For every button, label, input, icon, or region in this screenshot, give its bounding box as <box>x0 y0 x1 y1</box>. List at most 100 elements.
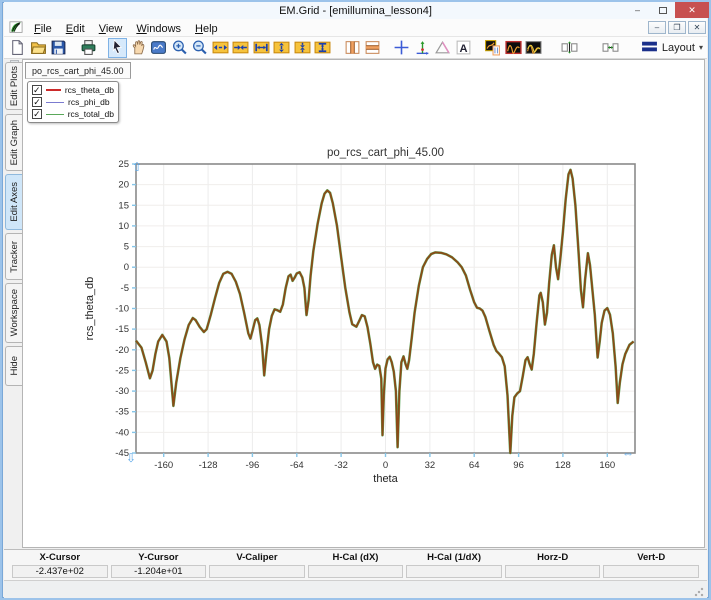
window-controls: – ✕ <box>625 2 709 18</box>
full-x-icon[interactable] <box>251 38 270 58</box>
minimize-button[interactable]: – <box>625 2 650 18</box>
legend-label: rcs_total_db <box>68 109 114 119</box>
sidebar-tab-edit-plots[interactable]: Edit Plots <box>5 62 22 110</box>
bottom-strip <box>4 580 707 600</box>
maximize-button[interactable] <box>650 2 675 18</box>
svg-text:po_rcs_cart_phi_45.00: po_rcs_cart_phi_45.00 <box>327 147 444 159</box>
svg-text:-128: -128 <box>199 460 218 471</box>
dark-multi-plot-icon[interactable] <box>524 38 543 58</box>
menu-file[interactable]: File <box>27 22 59 36</box>
legend-line-sample <box>46 102 64 103</box>
status-column-header: Horz-D <box>505 551 601 565</box>
svg-text:-25: -25 <box>115 365 129 376</box>
status-value-cell: -2.437e+02 <box>12 565 108 578</box>
legend-item: ✓ rcs_phi_db <box>32 96 114 108</box>
svg-text:-35: -35 <box>115 407 129 418</box>
status-value-cell <box>209 565 305 578</box>
status-column-header: H-Cal (dX) <box>308 551 404 565</box>
crosshair-icon[interactable] <box>392 38 411 58</box>
menu-windows[interactable]: Windows <box>129 22 188 36</box>
plot-style-icon[interactable] <box>483 38 502 58</box>
legend-checkbox[interactable]: ✓ <box>32 97 42 107</box>
svg-text:-96: -96 <box>246 460 260 471</box>
legend-item: ✓ rcs_total_db <box>32 108 114 120</box>
status-column-header: H-Cal (1/dX) <box>406 551 502 565</box>
legend-checkbox[interactable]: ✓ <box>32 85 42 95</box>
zoom-out-icon[interactable] <box>190 38 209 58</box>
svg-text:-160: -160 <box>154 460 173 471</box>
sidebar-tab-label: Tracker <box>9 241 20 273</box>
svg-text:128: 128 <box>555 460 571 471</box>
svg-text:32: 32 <box>425 460 436 471</box>
new-file-icon[interactable] <box>8 38 27 58</box>
sidebar-tab-label: Edit Graph <box>9 120 20 165</box>
open-file-icon[interactable] <box>28 38 47 58</box>
layout-label: Layout <box>662 42 695 54</box>
document-area: po_rcs_cart_phi_45.00 ✓ rcs_theta_db ✓ r… <box>22 59 705 548</box>
status-values: -2.437e+02-1.204e+01 <box>12 565 699 578</box>
expand-x-icon[interactable] <box>210 38 229 58</box>
layout-button[interactable]: Layout ▾ <box>637 36 707 60</box>
sidebar-tab-tracker[interactable]: Tracker <box>5 233 22 280</box>
svg-text:0: 0 <box>124 262 129 273</box>
svg-text:-32: -32 <box>334 460 348 471</box>
select-cursor-icon[interactable] <box>108 38 127 58</box>
sidebar-tab-hide[interactable]: Hide <box>5 346 22 386</box>
sidebar-tab-edit-graph[interactable]: Edit Graph <box>5 114 22 171</box>
resize-grip[interactable] <box>694 587 704 597</box>
vertical-caliper-icon[interactable] <box>554 38 585 58</box>
shrink-x-icon[interactable] <box>231 38 250 58</box>
status-column-header: V-Caliper <box>209 551 305 565</box>
sidebar-tab-edit-axes[interactable]: Edit Axes <box>5 174 22 230</box>
svg-text:20: 20 <box>118 180 129 191</box>
application-window: EM.Grid - [emillumina_lesson4] – ✕ FileE… <box>0 0 711 600</box>
svg-text:160: 160 <box>599 460 615 471</box>
save-icon[interactable] <box>49 38 68 58</box>
menu-items: FileEditViewWindowsHelp <box>27 19 225 37</box>
status-column-header: X-Cursor <box>12 551 108 565</box>
mdi-restore-button[interactable]: ❐ <box>668 21 686 34</box>
menu-help[interactable]: Help <box>188 22 225 36</box>
window-title: EM.Grid - [emillumina_lesson4] <box>4 5 707 17</box>
tracker-axes-icon[interactable] <box>413 38 432 58</box>
print-icon[interactable] <box>78 38 97 58</box>
svg-text:25: 25 <box>118 159 129 170</box>
mdi-minimize-button[interactable]: – <box>648 21 666 34</box>
mdi-window-controls: –❐✕ <box>648 21 706 34</box>
status-value-cell: -1.204e+01 <box>111 565 207 578</box>
sidebar-tabs: Edit Plots Edit Graph Edit Axes Tracker … <box>4 59 22 548</box>
shrink-y-icon[interactable] <box>292 38 311 58</box>
toolbar: A Layout ▾ <box>4 37 707 59</box>
legend-item: ✓ rcs_theta_db <box>32 84 114 96</box>
svg-text:-5: -5 <box>121 283 129 294</box>
close-button[interactable]: ✕ <box>675 2 709 18</box>
sidebar-tab-label: Hide <box>9 356 20 376</box>
zoom-in-icon[interactable] <box>169 38 188 58</box>
chart-plot-area[interactable]: -160-128-96-64-3203264961281602520151050… <box>23 60 706 548</box>
svg-text:-15: -15 <box>115 324 129 335</box>
sidebar-tab-workspace[interactable]: Workspace <box>5 283 22 343</box>
expand-y-icon[interactable] <box>272 38 291 58</box>
legend-label: rcs_phi_db <box>68 97 110 107</box>
caliper-bottom-left: ⇩ <box>126 451 136 465</box>
mdi-close-button[interactable]: ✕ <box>688 21 706 34</box>
pan-hand-icon[interactable] <box>128 38 147 58</box>
horizontal-caliper-icon[interactable] <box>595 38 626 58</box>
delta-caliper-icon[interactable] <box>433 38 452 58</box>
legend-line-sample <box>46 89 61 91</box>
legend-line-sample <box>46 114 64 115</box>
status-bar: X-CursorY-CursorV-CaliperH-Cal (dX)H-Cal… <box>4 549 707 580</box>
split-vertical-icon[interactable] <box>342 38 361 58</box>
full-y-icon[interactable] <box>313 38 332 58</box>
legend-checkbox[interactable]: ✓ <box>32 109 42 119</box>
status-value-cell <box>603 565 699 578</box>
status-value-cell <box>308 565 404 578</box>
text-annotation-icon[interactable]: A <box>454 38 473 58</box>
chevron-down-icon: ▾ <box>699 43 703 52</box>
split-horizontal-icon[interactable] <box>363 38 382 58</box>
zoom-region-icon[interactable] <box>149 38 168 58</box>
plot-legend: ✓ rcs_theta_db ✓ rcs_phi_db ✓ rcs_total_… <box>27 81 119 123</box>
menu-edit[interactable]: Edit <box>59 22 92 36</box>
dark-plot-icon[interactable] <box>504 38 523 58</box>
menu-view[interactable]: View <box>92 22 130 36</box>
